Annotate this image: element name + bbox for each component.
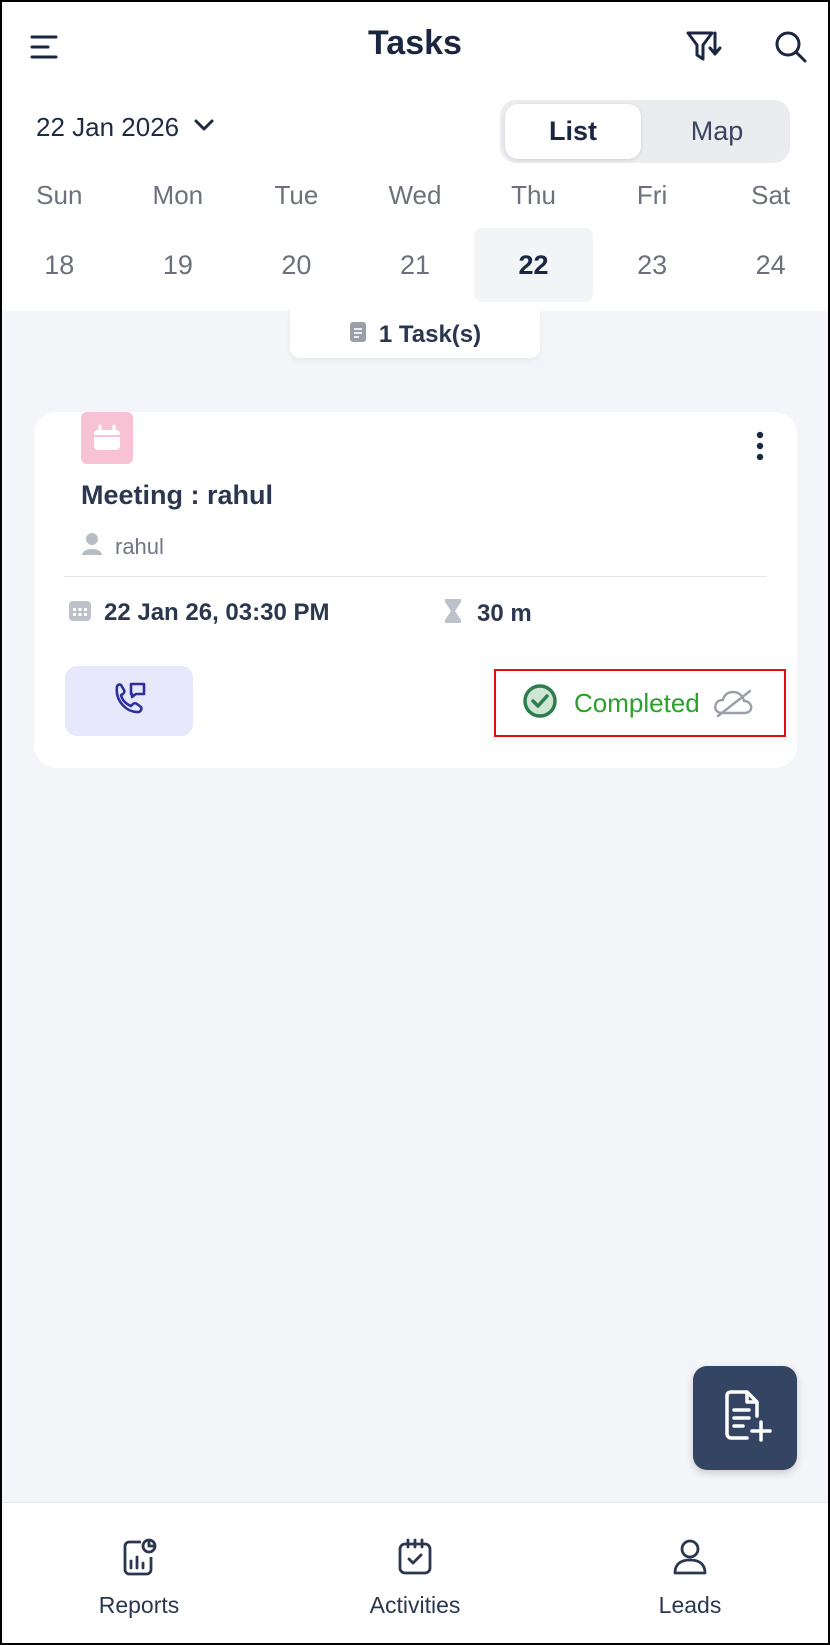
task-owner: rahul: [81, 532, 164, 561]
task-title: Meeting : rahul: [81, 480, 274, 510]
weekday-label: Sun: [36, 180, 83, 210]
task-meta-row: 22 Jan 26, 03:30 PM 30 m: [68, 598, 532, 627]
week-dates-row: 18 19 20 21 22 23 24: [0, 228, 830, 302]
date-cell[interactable]: 20: [237, 228, 356, 302]
date-cell[interactable]: 19: [119, 228, 238, 302]
person-icon: [81, 532, 103, 561]
calendar-icon: [68, 598, 92, 627]
task-count-label: 1 Task(s): [378, 320, 482, 348]
nav-item-activities[interactable]: Activities: [315, 1537, 515, 1619]
search-icon[interactable]: [766, 22, 816, 72]
date-cell[interactable]: 24: [711, 228, 830, 302]
map-view-tab[interactable]: Map: [649, 104, 785, 159]
view-toggle: List Map: [500, 100, 790, 163]
owner-name: rahul: [115, 533, 164, 559]
call-button[interactable]: [65, 666, 193, 736]
hourglass-icon: [443, 598, 463, 629]
top-area: Tasks 22 Jan 2026 List Map Sun Mon Tue W…: [0, 0, 830, 311]
nav-label-reports: Reports: [98, 1592, 180, 1618]
task-duration-wrap: 30 m: [443, 598, 583, 629]
chevron-down-icon: [193, 118, 215, 137]
nav-item-reports[interactable]: Reports: [39, 1537, 239, 1619]
weekday-label: Wed: [388, 180, 442, 210]
weekday-label: Tue: [274, 180, 319, 210]
task-duration: 30 m: [477, 599, 532, 627]
calendar-meeting-icon: [81, 412, 133, 464]
leads-person-icon: [670, 1537, 710, 1582]
weekday-label: Sat: [751, 180, 791, 210]
status-label: Completed: [574, 687, 700, 718]
nav-label-activities: Activities: [369, 1592, 461, 1618]
status-indicator[interactable]: Completed: [494, 669, 786, 737]
task-count-badge: 1 Task(s): [290, 311, 540, 358]
reports-icon: [119, 1537, 159, 1582]
date-cell[interactable]: 23: [593, 228, 712, 302]
weekday-header-row: Sun Mon Tue Wed Thu Fri Sat: [0, 180, 830, 211]
weekday-label: Thu: [511, 180, 556, 210]
card-divider: [64, 576, 767, 577]
date-cell[interactable]: 18: [0, 228, 119, 302]
task-datetime: 22 Jan 26, 03:30 PM: [104, 598, 330, 626]
weekday-label: Fri: [636, 180, 668, 210]
weekday-label: Mon: [152, 180, 204, 210]
list-view-tab[interactable]: List: [505, 104, 641, 159]
date-cell-selected[interactable]: 22: [474, 228, 593, 302]
nav-item-leads[interactable]: Leads: [590, 1537, 790, 1619]
date-cell[interactable]: 21: [356, 228, 475, 302]
add-task-icon: [717, 1388, 773, 1449]
check-circle-icon: [522, 683, 558, 724]
more-options-icon[interactable]: [745, 428, 775, 464]
cloud-off-icon: [712, 688, 754, 718]
document-icon: [349, 321, 367, 348]
nav-label-leads: Leads: [658, 1592, 722, 1618]
activities-calendar-icon: [395, 1537, 435, 1582]
selected-date-label: 22 Jan 2026: [36, 112, 180, 142]
task-card[interactable]: Meeting : rahul rahul 22 Jan 26, 03:30 P…: [34, 412, 797, 768]
add-task-button[interactable]: [693, 1366, 797, 1470]
date-picker[interactable]: 22 Jan 2026: [36, 112, 215, 143]
filter-sort-icon[interactable]: [680, 22, 730, 72]
phone-message-icon: [109, 679, 149, 724]
bottom-navigation: Reports Activities Leads: [0, 1502, 830, 1645]
